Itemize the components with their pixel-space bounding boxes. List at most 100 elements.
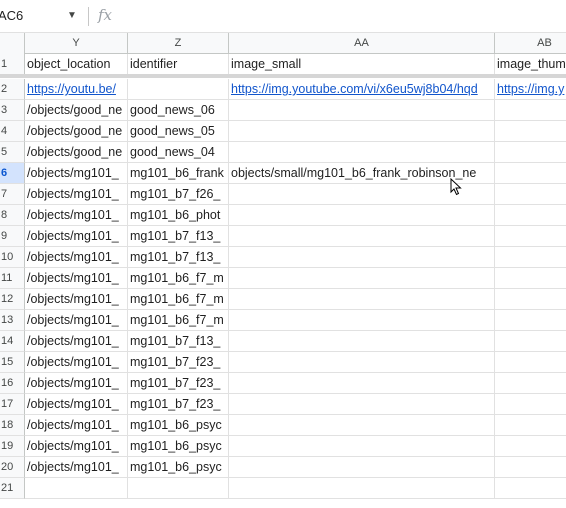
cell-z-9[interactable]: mg101_b7_f13_ xyxy=(128,226,229,247)
cell-ab-12[interactable] xyxy=(495,289,566,310)
cell-aa-20[interactable] xyxy=(229,457,495,478)
cell-z-17[interactable]: mg101_b7_f23_ xyxy=(128,394,229,415)
cell-y-12[interactable]: /objects/mg101_ xyxy=(25,289,128,310)
row-header[interactable]: 14 xyxy=(0,331,25,352)
cell-z-16[interactable]: mg101_b7_f23_ xyxy=(128,373,229,394)
cell-y-8[interactable]: /objects/mg101_ xyxy=(25,205,128,226)
cell-y-9[interactable]: /objects/mg101_ xyxy=(25,226,128,247)
cell-ab-18[interactable] xyxy=(495,415,566,436)
cell-z-11[interactable]: mg101_b6_f7_m xyxy=(128,268,229,289)
cell-z-14[interactable]: mg101_b7_f13_ xyxy=(128,331,229,352)
cell-z-15[interactable]: mg101_b7_f23_ xyxy=(128,352,229,373)
row-header[interactable]: 7 xyxy=(0,184,25,205)
column-header-y[interactable]: Y xyxy=(25,33,128,53)
cell-ab-9[interactable] xyxy=(495,226,566,247)
cell-y-11[interactable]: /objects/mg101_ xyxy=(25,268,128,289)
row-header[interactable]: 5 xyxy=(0,142,25,163)
cell-aa-1[interactable]: image_small xyxy=(229,54,495,75)
cell-ab-5[interactable] xyxy=(495,142,566,163)
cell-aa-14[interactable] xyxy=(229,331,495,352)
formula-input[interactable] xyxy=(124,6,554,26)
cell-aa-3[interactable] xyxy=(229,100,495,121)
cell-z-6[interactable]: mg101_b6_frank xyxy=(128,163,229,184)
cell-ab-21[interactable] xyxy=(495,478,566,499)
cell-y-20[interactable]: /objects/mg101_ xyxy=(25,457,128,478)
cell-ab-10[interactable] xyxy=(495,247,566,268)
cell-aa-8[interactable] xyxy=(229,205,495,226)
column-header-ab[interactable]: AB xyxy=(495,33,566,53)
cell-ab-7[interactable] xyxy=(495,184,566,205)
cell-y-2[interactable]: https://youtu.be/ xyxy=(25,79,128,100)
cell-z-8[interactable]: mg101_b6_phot xyxy=(128,205,229,226)
freeze-divider[interactable] xyxy=(0,74,566,78)
cell-z-20[interactable]: mg101_b6_psyc xyxy=(128,457,229,478)
cell-ab-6[interactable] xyxy=(495,163,566,184)
cell-aa-10[interactable] xyxy=(229,247,495,268)
cell-y-16[interactable]: /objects/mg101_ xyxy=(25,373,128,394)
row-header[interactable]: 3 xyxy=(0,100,25,121)
row-header[interactable]: 13 xyxy=(0,310,25,331)
cell-y-18[interactable]: /objects/mg101_ xyxy=(25,415,128,436)
row-header[interactable]: 1 xyxy=(0,54,25,75)
select-all-corner[interactable] xyxy=(0,33,25,54)
cell-aa-13[interactable] xyxy=(229,310,495,331)
row-header[interactable]: 6 xyxy=(0,163,25,184)
row-header[interactable]: 8 xyxy=(0,205,25,226)
cell-z-12[interactable]: mg101_b6_f7_m xyxy=(128,289,229,310)
row-header[interactable]: 17 xyxy=(0,394,25,415)
cell-z-4[interactable]: good_news_05 xyxy=(128,121,229,142)
cell-y-10[interactable]: /objects/mg101_ xyxy=(25,247,128,268)
cell-ab-19[interactable] xyxy=(495,436,566,457)
cell-y-5[interactable]: /objects/good_ne xyxy=(25,142,128,163)
cell-ab-20[interactable] xyxy=(495,457,566,478)
cell-y-4[interactable]: /objects/good_ne xyxy=(25,121,128,142)
caret-down-icon[interactable]: ▼ xyxy=(67,5,77,27)
cell-aa-17[interactable] xyxy=(229,394,495,415)
cell-ab-16[interactable] xyxy=(495,373,566,394)
row-header[interactable]: 10 xyxy=(0,247,25,268)
cell-y-21[interactable] xyxy=(25,478,128,499)
cell-ab-8[interactable] xyxy=(495,205,566,226)
cell-y-17[interactable]: /objects/mg101_ xyxy=(25,394,128,415)
cell-aa-16[interactable] xyxy=(229,373,495,394)
column-header-aa[interactable]: AA xyxy=(229,33,495,53)
cell-aa-15[interactable] xyxy=(229,352,495,373)
cell-z-2[interactable] xyxy=(128,79,229,100)
row-header[interactable]: 4 xyxy=(0,121,25,142)
cell-ab-13[interactable] xyxy=(495,310,566,331)
cell-aa-19[interactable] xyxy=(229,436,495,457)
row-header[interactable]: 19 xyxy=(0,436,25,457)
cell-aa-2[interactable]: https://img.youtube.com/vi/x6eu5wj8b04/h… xyxy=(229,79,495,100)
cell-aa-11[interactable] xyxy=(229,268,495,289)
cell-y-1[interactable]: object_location xyxy=(25,54,128,75)
row-header[interactable]: 16 xyxy=(0,373,25,394)
name-box[interactable]: AC6 ▼ xyxy=(0,5,82,27)
cell-z-7[interactable]: mg101_b7_f26_ xyxy=(128,184,229,205)
row-header[interactable]: 9 xyxy=(0,226,25,247)
cell-y-19[interactable]: /objects/mg101_ xyxy=(25,436,128,457)
cell-z-18[interactable]: mg101_b6_psyc xyxy=(128,415,229,436)
column-header-z[interactable]: Z xyxy=(128,33,229,53)
cell-y-7[interactable]: /objects/mg101_ xyxy=(25,184,128,205)
cell-aa-12[interactable] xyxy=(229,289,495,310)
cell-ab-2[interactable]: https://img.y xyxy=(495,79,566,100)
cell-z-3[interactable]: good_news_06 xyxy=(128,100,229,121)
row-header[interactable]: 11 xyxy=(0,268,25,289)
cell-z-1[interactable]: identifier xyxy=(128,54,229,75)
cell-y-3[interactable]: /objects/good_ne xyxy=(25,100,128,121)
cell-aa-5[interactable] xyxy=(229,142,495,163)
row-header[interactable]: 20 xyxy=(0,457,25,478)
cell-aa-18[interactable] xyxy=(229,415,495,436)
cell-ab-15[interactable] xyxy=(495,352,566,373)
cell-aa-9[interactable] xyxy=(229,226,495,247)
cell-ab-4[interactable] xyxy=(495,121,566,142)
cell-ab-14[interactable] xyxy=(495,331,566,352)
cell-ab-1[interactable]: image_thumb xyxy=(495,54,566,75)
cell-aa-21[interactable] xyxy=(229,478,495,499)
cell-z-13[interactable]: mg101_b6_f7_m xyxy=(128,310,229,331)
row-header[interactable]: 21 xyxy=(0,478,25,499)
cell-ab-11[interactable] xyxy=(495,268,566,289)
cell-aa-4[interactable] xyxy=(229,121,495,142)
cell-y-6[interactable]: /objects/mg101_ xyxy=(25,163,128,184)
cell-ab-3[interactable] xyxy=(495,100,566,121)
